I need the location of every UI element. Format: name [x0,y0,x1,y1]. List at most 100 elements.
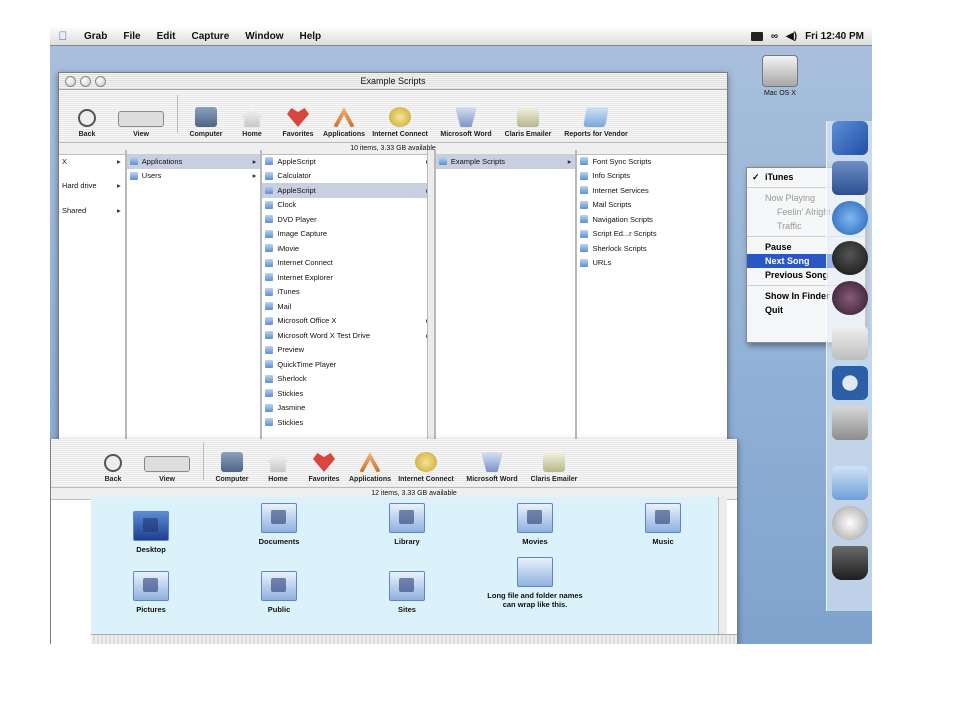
list-item[interactable]: iTunes [262,285,433,300]
battery-icon[interactable] [750,31,763,41]
folder-documents[interactable]: Documents [219,503,339,546]
folder-icon [580,215,589,224]
itunes-dock-icon[interactable] [832,281,868,315]
favorites-button[interactable]: Favorites [276,107,320,138]
app-icon [265,403,274,412]
folder-music[interactable]: Music [603,503,723,546]
desktop-disk[interactable]: Mac OS X [750,55,810,97]
folder-pictures[interactable]: Pictures [91,571,211,614]
hard-disk-icon [762,55,798,87]
list-item[interactable]: Image Capture [262,227,433,242]
documents-dock-icon[interactable] [832,466,868,500]
list-item[interactable]: AppleScript▸ [262,183,434,198]
back-button[interactable]: Back [65,109,109,138]
list-item[interactable]: Jasmine [262,401,433,416]
menu-help[interactable]: Help [292,31,330,42]
list-item[interactable]: QuickTime Player [262,357,433,372]
grab-dock-icon[interactable] [832,406,868,440]
reports-button[interactable]: Reports for Vendor [558,107,634,138]
list-item[interactable]: Clock [262,198,433,213]
system-preferences-dock-icon[interactable] [832,326,868,360]
list-item[interactable]: X ▸ [59,154,125,169]
list-item[interactable]: URLs [577,256,727,271]
view-button[interactable]: View [137,456,197,483]
wireless-icon[interactable]: ∞ [771,31,778,42]
clock-dock-icon[interactable] [832,506,868,540]
menu-grab[interactable]: Grab [76,31,115,42]
list-item[interactable]: Navigation Scripts [577,212,727,227]
menu-file[interactable]: File [115,31,148,42]
folder-long-name[interactable]: Long file and folder names can wrap like… [475,557,595,609]
mail-dock-icon[interactable] [832,161,868,195]
vertical-scrollbar[interactable] [718,497,727,634]
applications-button[interactable]: Applications [348,452,392,483]
list-item[interactable]: Users ▸ [127,169,261,184]
word-button[interactable]: Microsoft Word [434,107,498,138]
folder-desktop[interactable]: Desktop [91,511,211,554]
folder-public[interactable]: Public [219,571,339,614]
list-item[interactable]: Mail [262,299,433,314]
apple-menu-icon[interactable]:  [50,29,76,43]
list-item[interactable]: Applications ▸ [126,154,261,169]
list-item[interactable]: DVD Player [262,212,433,227]
list-item[interactable]: Internet Connect [262,256,433,271]
horizontal-scrollbar[interactable] [91,634,737,644]
list-item[interactable]: Script Ed...r Scripts [577,227,727,242]
list-item[interactable]: iMovie [262,241,433,256]
toolbar-divider [203,442,204,480]
computer-icon [221,452,243,472]
favorites-button[interactable]: Favorites [302,452,346,483]
list-item[interactable]: AppleScript▸ [262,154,433,169]
menubar-clock[interactable]: Fri 12:40 PM [805,31,864,42]
list-item[interactable]: Info Scripts [577,169,727,184]
close-button[interactable] [65,76,76,87]
vertical-scrollbar[interactable] [426,150,434,458]
list-item[interactable]: Font Sync Scripts [577,154,727,169]
list-item[interactable]: Internet Services [577,183,727,198]
volume-icon[interactable]: ◀) [786,31,797,42]
list-item[interactable]: Calculator [262,169,433,184]
list-item[interactable]: Example Scripts ▸ [435,154,576,169]
finder-dock-icon[interactable] [832,121,868,155]
home-button[interactable]: Home [230,107,274,138]
list-item[interactable]: Microsoft Word X Test Drive▸ [262,328,433,343]
internet-explorer-dock-icon[interactable] [832,201,868,235]
menu-window[interactable]: Window [237,31,291,42]
list-item[interactable]: Stickies [262,386,433,401]
home-button[interactable]: Home [256,452,300,483]
folder-library[interactable]: Library [347,503,467,546]
list-item[interactable]: Shared ▸ [59,203,125,218]
trash-icon[interactable] [832,546,868,580]
list-item[interactable]: Hard drive ▸ [59,179,125,194]
menu-edit[interactable]: Edit [149,31,184,42]
list-item[interactable]: Microsoft Office X▸ [262,314,433,329]
list-item[interactable]: Internet Explorer [262,270,433,285]
chevron-right-icon: ▸ [567,156,572,166]
emailer-button[interactable]: Claris Emailer [526,452,582,483]
list-item[interactable]: Sherlock Scripts [577,241,727,256]
folder-movies[interactable]: Movies [475,503,595,546]
computer-button[interactable]: Computer [184,107,228,138]
list-item[interactable]: Preview [262,343,433,358]
zoom-button[interactable] [95,76,106,87]
list-item[interactable]: Mail Scripts [577,198,727,213]
word-button[interactable]: Microsoft Word [460,452,524,483]
folder-sites[interactable]: Sites [347,571,467,614]
window-titlebar[interactable]: Example Scripts [59,73,727,90]
folder-icon [580,229,589,238]
back-button[interactable]: Back [91,454,135,483]
list-item[interactable]: Sherlock [262,372,433,387]
minimize-button[interactable] [80,76,91,87]
app-icon [265,374,274,383]
internet-connect-button[interactable]: Internet Connect [394,452,458,483]
quicktime-dock-icon[interactable] [832,366,868,400]
folder-icon [580,171,589,180]
applications-button[interactable]: Applications [322,107,366,138]
sherlock-dock-icon[interactable] [832,241,868,275]
emailer-button[interactable]: Claris Emailer [500,107,556,138]
view-button[interactable]: View [111,111,171,138]
list-item[interactable]: Stickies [262,415,433,430]
internet-connect-button[interactable]: Internet Connect [368,107,432,138]
computer-button[interactable]: Computer [210,452,254,483]
menu-capture[interactable]: Capture [183,31,237,42]
